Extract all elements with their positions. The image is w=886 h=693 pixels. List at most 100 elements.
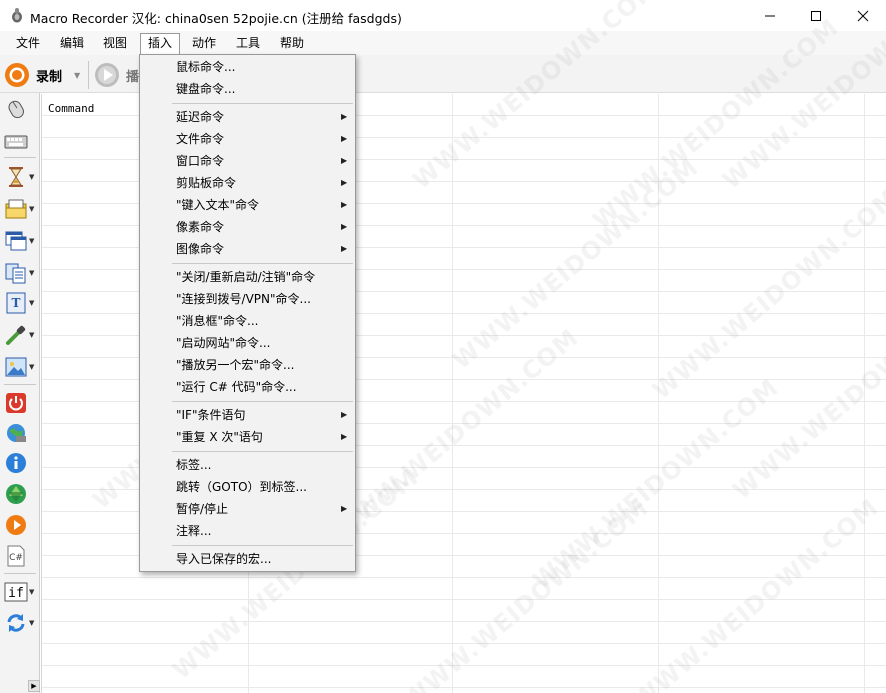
menu-separator (172, 263, 353, 264)
window-title: Macro Recorder 汉化: china0sen 52pojie.cn … (30, 11, 402, 26)
if-label: if (8, 586, 24, 601)
menu-item-label: 导入已保存的宏... (176, 552, 272, 566)
csharp-label: C# (9, 553, 23, 563)
menu-separator (172, 545, 353, 546)
menu-label[interactable]: 标签... (141, 454, 354, 476)
type-text-dropdown-arrow[interactable]: ▼ (29, 299, 34, 307)
insert-website-button[interactable] (4, 480, 38, 508)
close-button[interactable] (840, 0, 886, 31)
insert-if-button[interactable]: if ▼ (4, 578, 38, 606)
insert-messagebox-button[interactable] (4, 449, 38, 477)
insert-repeat-button[interactable]: ▼ (4, 609, 38, 637)
menu-comment[interactable]: 注释... (141, 520, 354, 542)
info-icon (6, 453, 26, 473)
menu-file[interactable]: 文件 (9, 33, 47, 54)
menu-help[interactable]: 帮助 (273, 33, 311, 54)
insert-play-macro-button[interactable] (4, 511, 38, 539)
insert-image-button[interactable]: ▼ (4, 353, 38, 381)
insert-type-text-button[interactable]: T ▼ (4, 289, 38, 317)
insert-file-button[interactable]: ▼ (4, 195, 38, 223)
menu-shutdown-command[interactable]: "关闭/重新启动/注销"命令 (141, 266, 354, 288)
menu-if-statement[interactable]: "IF"条件语句 ▶ (141, 404, 354, 426)
menu-item-label: "重复 X 次"语句 (176, 430, 263, 444)
submenu-arrow-icon: ▶ (341, 156, 348, 165)
menu-csharp-command[interactable]: "运行 C# 代码"命令... (141, 376, 354, 398)
insert-dialup-vpn-button[interactable] (4, 419, 38, 447)
menu-item-label: 鼠标命令... (176, 60, 236, 74)
menu-keyboard-command[interactable]: 键盘命令... (141, 78, 354, 100)
repeat-dropdown-arrow[interactable]: ▼ (29, 619, 34, 627)
image-dropdown-arrow[interactable]: ▼ (29, 363, 34, 371)
menu-edit[interactable]: 编辑 (53, 33, 91, 54)
sidebar-separator (4, 384, 36, 385)
menu-clipboard-command[interactable]: 剪贴板命令 ▶ (141, 172, 354, 194)
file-icon (5, 199, 27, 219)
menu-repeat-statement[interactable]: "重复 X 次"语句 ▶ (141, 426, 354, 448)
menu-window-command[interactable]: 窗口命令 ▶ (141, 150, 354, 172)
menu-import-macro[interactable]: 导入已保存的宏... (141, 548, 354, 570)
submenu-arrow-icon: ▶ (341, 432, 348, 441)
play-button[interactable]: 播 (94, 61, 139, 89)
menu-item-label: 注释... (176, 524, 212, 538)
record-icon (5, 63, 29, 87)
svg-text:T: T (12, 296, 21, 310)
sidebar-separator (4, 573, 36, 574)
menu-mouse-command[interactable]: 鼠标命令... (141, 56, 354, 78)
menu-website-command[interactable]: "启动网站"命令... (141, 332, 354, 354)
file-dropdown-arrow[interactable]: ▼ (29, 205, 34, 213)
submenu-arrow-icon: ▶ (341, 504, 348, 513)
menu-item-label: "IF"条件语句 (176, 408, 246, 422)
record-dropdown-arrow[interactable]: ▼ (74, 71, 80, 80)
minimize-button[interactable] (747, 0, 793, 31)
menu-item-label: "关闭/重新启动/注销"命令 (176, 270, 316, 284)
menu-image-command[interactable]: 图像命令 ▶ (141, 238, 354, 260)
insert-delay-button[interactable]: ▼ (4, 163, 38, 191)
menu-action[interactable]: 动作 (185, 33, 223, 54)
insert-mouse-button[interactable] (4, 95, 38, 123)
menu-delay-command[interactable]: 延迟命令 ▶ (141, 106, 354, 128)
insert-menu: 鼠标命令... 键盘命令... 延迟命令 ▶ 文件命令 ▶ 窗口命令 ▶ 剪贴板命令 ▶… (139, 54, 356, 572)
menu-item-label: 延迟命令 (176, 110, 225, 124)
website-icon (6, 484, 26, 504)
menu-dialup-vpn-command[interactable]: "连接到拨号/VPN"命令... (141, 288, 354, 310)
image-icon (5, 357, 27, 377)
window-dropdown-arrow[interactable]: ▼ (29, 237, 34, 245)
menu-item-label: 像素命令 (176, 220, 225, 234)
if-dropdown-arrow[interactable]: ▼ (29, 588, 34, 596)
play-icon (95, 63, 119, 87)
submenu-arrow-icon: ▶ (341, 200, 348, 209)
repeat-icon (7, 614, 25, 632)
insert-pixel-button[interactable]: ▼ (4, 321, 38, 349)
insert-csharp-button[interactable]: C# (4, 542, 38, 570)
title-bar: Macro Recorder 汉化: china0sen 52pojie.cn … (0, 0, 886, 31)
delay-dropdown-arrow[interactable]: ▼ (29, 173, 34, 181)
submenu-arrow-icon: ▶ (341, 410, 348, 419)
menu-insert[interactable]: 插入 (140, 33, 181, 54)
globe-icon (7, 424, 26, 442)
menu-tools[interactable]: 工具 (229, 33, 267, 54)
submenu-arrow-icon: ▶ (341, 222, 348, 231)
menu-item-label: 图像命令 (176, 242, 225, 256)
play-macro-icon (6, 515, 26, 535)
insert-window-button[interactable]: ▼ (4, 227, 38, 255)
insert-keyboard-button[interactable] (4, 127, 38, 155)
pixel-dropdown-arrow[interactable]: ▼ (29, 331, 34, 339)
menu-file-command[interactable]: 文件命令 ▶ (141, 128, 354, 150)
clipboard-dropdown-arrow[interactable]: ▼ (29, 269, 34, 277)
menu-messagebox-command[interactable]: "消息框"命令... (141, 310, 354, 332)
menu-item-label: "启动网站"命令... (176, 336, 271, 350)
menu-pause-stop[interactable]: 暂停/停止 ▶ (141, 498, 354, 520)
insert-shutdown-button[interactable] (4, 389, 38, 417)
toolbar-separator (88, 61, 89, 89)
sidebar-scroll-button[interactable]: ▶ (28, 680, 40, 692)
record-button[interactable]: 录制 ▼ (4, 61, 88, 89)
shutdown-icon (6, 393, 26, 413)
menu-type-text-command[interactable]: "键入文本"命令 ▶ (141, 194, 354, 216)
menu-view[interactable]: 视图 (96, 33, 134, 54)
insert-clipboard-button[interactable]: ▼ (4, 259, 38, 287)
menu-goto-label[interactable]: 跳转（GOTO）到标签... (141, 476, 354, 498)
menu-item-label: "键入文本"命令 (176, 198, 260, 212)
menu-play-macro-command[interactable]: "播放另一个宏"命令... (141, 354, 354, 376)
type-text-icon: T (6, 292, 26, 314)
menu-pixel-command[interactable]: 像素命令 ▶ (141, 216, 354, 238)
